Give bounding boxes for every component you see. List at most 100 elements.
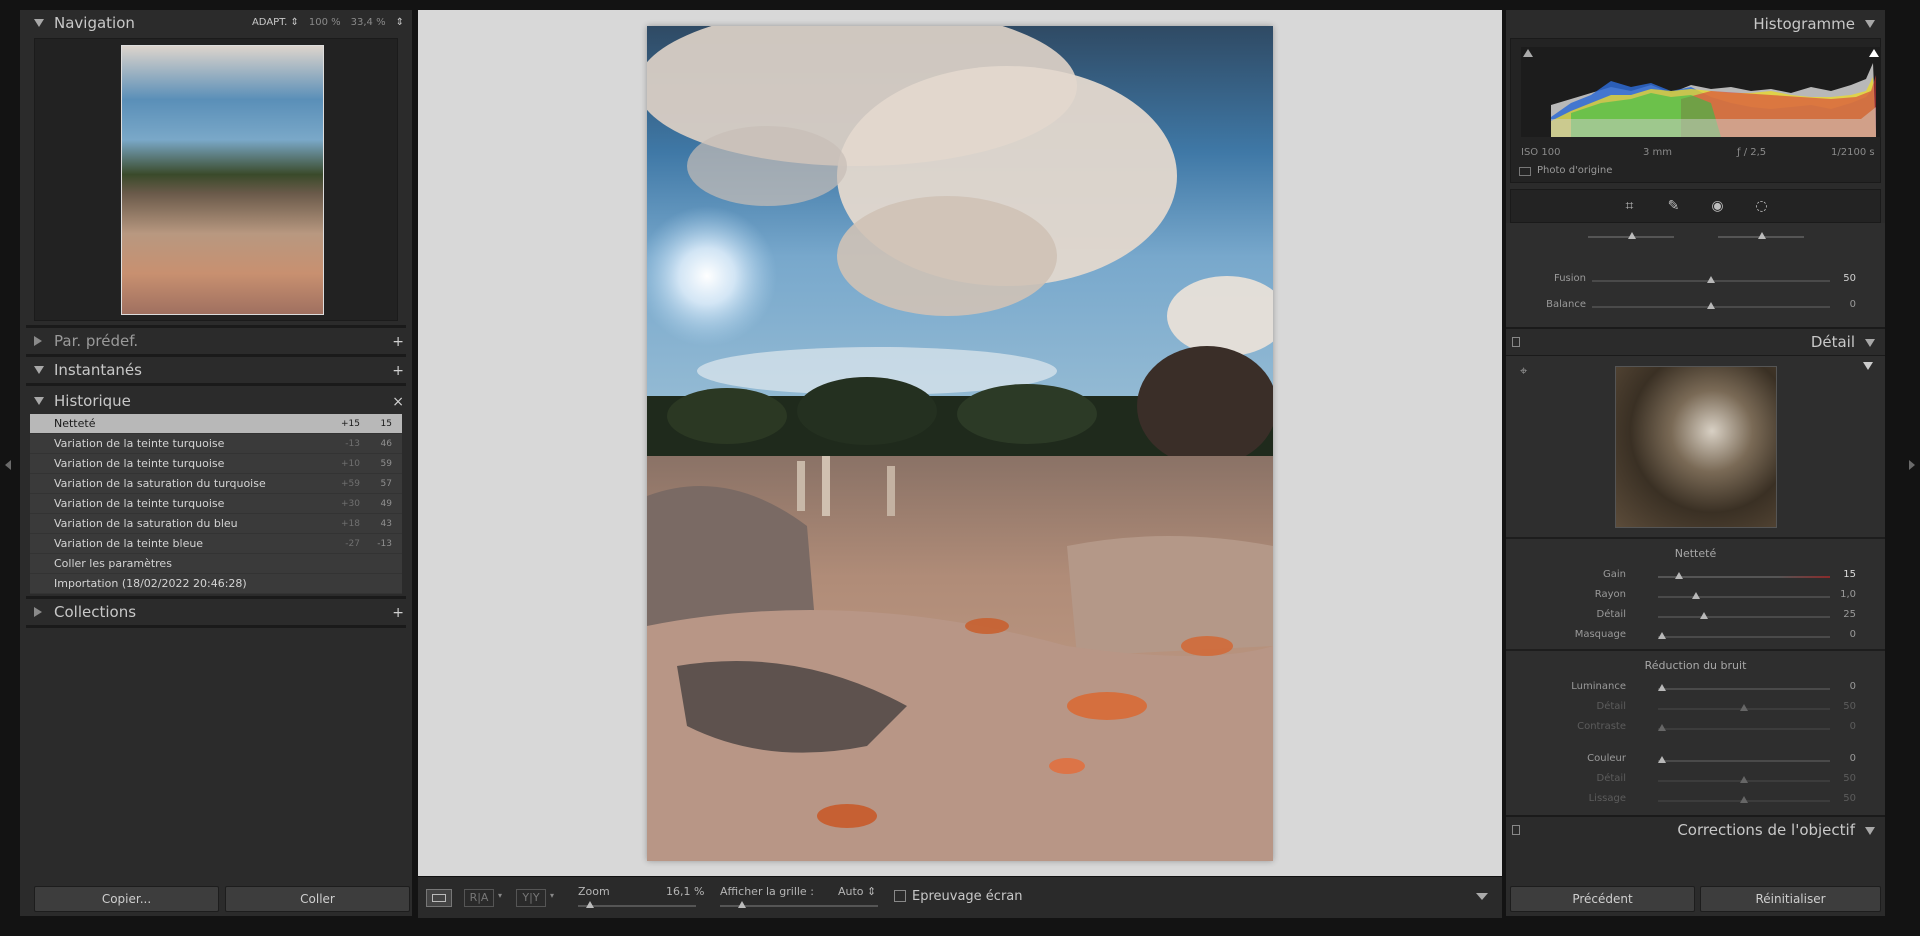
collections-title: Collections: [54, 603, 137, 621]
masking-icon[interactable]: ◌: [1753, 197, 1771, 215]
detail-zoom-preview[interactable]: [1615, 366, 1777, 528]
histogram-graph[interactable]: [1521, 47, 1881, 137]
sharpening-detail-row[interactable]: Détail 25: [1506, 609, 1866, 623]
sharpening-title: Netteté: [1674, 547, 1717, 560]
softproof-checkbox[interactable]: [894, 890, 906, 902]
history-title: Historique: [54, 392, 131, 410]
collapse-triangle-icon: [1865, 20, 1875, 28]
lens-toggle-switch[interactable]: [1512, 825, 1520, 835]
noise-luminance-row[interactable]: Luminance 0: [1506, 681, 1866, 695]
histogram-panel: ISO 100 3 mm ƒ / 2,5 1/2100 s Photo d'or…: [1510, 38, 1881, 183]
original-photo-label: Photo d'origine: [1537, 165, 1613, 176]
copy-settings-button[interactable]: Copier...: [34, 886, 219, 912]
collections-header[interactable]: Collections +: [20, 599, 412, 625]
clear-history-icon[interactable]: ×: [392, 394, 404, 410]
right-panel: Histogramme ISO 100 3 mm ƒ / 2,5 1/2100 …: [1506, 10, 1885, 916]
blending-slider-row[interactable]: Fusion 50: [1506, 273, 1866, 287]
grid-label: Afficher la grille :: [720, 885, 814, 898]
noise-color-row[interactable]: Couleur 0: [1506, 753, 1866, 767]
add-preset-icon[interactable]: +: [392, 334, 404, 350]
split-toning-area: Fusion 50 Balance 0: [1506, 223, 1885, 327]
image-canvas[interactable]: [418, 10, 1502, 876]
history-header[interactable]: Historique ×: [20, 388, 412, 414]
left-panel-toggle-icon[interactable]: [5, 460, 11, 470]
exif-iso: ISO 100: [1521, 147, 1561, 158]
shadow-clipping-icon[interactable]: [1523, 49, 1533, 57]
noise-reduction-section: Réduction du bruit Luminance 0 Détail 50…: [1506, 649, 1885, 815]
expand-triangle-icon: [34, 607, 42, 617]
collapse-triangle-icon: [34, 397, 44, 405]
snapshots-title: Instantanés: [54, 361, 142, 379]
detail-toggle-switch[interactable]: [1512, 337, 1520, 347]
highlight-clipping-icon[interactable]: [1869, 49, 1879, 57]
crop-icon[interactable]: ⌗: [1621, 197, 1639, 215]
before-after-tb-button[interactable]: Y|Y: [516, 889, 546, 907]
toolbar-menu-icon[interactable]: [1476, 893, 1488, 900]
paste-settings-button[interactable]: Coller: [225, 886, 410, 912]
balance-slider-row[interactable]: Balance 0: [1506, 299, 1866, 313]
history-list: Netteté +15 15 Variation de la teinte turq…: [30, 414, 402, 594]
zoom-fit-option[interactable]: ADAPT. ⇕: [252, 17, 299, 28]
history-item[interactable]: Variation de la teinte turquoise +10 59: [30, 454, 402, 474]
history-item[interactable]: Variation de la saturation du bleu +18 43: [30, 514, 402, 534]
sharpening-section: Netteté Gain 15 Rayon 1,0 Détail 25 Masq…: [1506, 537, 1885, 649]
add-collection-icon[interactable]: +: [392, 605, 404, 621]
zoom-menu-icon[interactable]: ⇕: [396, 17, 404, 28]
previous-button[interactable]: Précédent: [1510, 886, 1695, 912]
red-eye-icon[interactable]: ◉: [1709, 197, 1727, 215]
lens-corrections-header[interactable]: Corrections de l'objectif: [1506, 815, 1885, 843]
target-icon[interactable]: ⌖: [1520, 364, 1527, 379]
collapse-triangle-icon: [34, 366, 44, 374]
reset-button[interactable]: Réinitialiser: [1700, 886, 1881, 912]
main-photo[interactable]: [647, 26, 1273, 861]
before-after-menu-icon[interactable]: ▾: [498, 891, 502, 900]
grid-slider[interactable]: [720, 901, 878, 908]
collapse-triangle-icon: [34, 19, 44, 27]
histogram-header[interactable]: Histogramme: [1506, 10, 1885, 38]
sharpening-amount-row[interactable]: Gain 15: [1506, 569, 1866, 583]
history-item[interactable]: Importation (18/02/2022 20:46:28): [30, 574, 402, 594]
lightroom-develop-window: Navigation ADAPT. ⇕ 100 % 33,4 % ⇕ Par. …: [0, 0, 1920, 936]
snapshots-header[interactable]: Instantanés +: [20, 357, 412, 383]
noise-reduction-title: Réduction du bruit: [1644, 659, 1747, 672]
exif-aperture: ƒ / 2,5: [1737, 147, 1767, 158]
before-after-tb-menu-icon[interactable]: ▾: [550, 891, 554, 900]
noise-contrast-row[interactable]: Contraste 0: [1506, 721, 1866, 735]
histogram-title: Histogramme: [1753, 15, 1855, 33]
navigation-header[interactable]: Navigation ADAPT. ⇕ 100 % 33,4 % ⇕: [20, 10, 412, 36]
original-photo-checkbox[interactable]: [1519, 167, 1531, 176]
zoom-100-option[interactable]: 100 %: [309, 17, 341, 28]
highlight-hue-slider[interactable]: [1718, 232, 1804, 239]
add-snapshot-icon[interactable]: +: [392, 363, 404, 379]
bottom-toolbar: R|A ▾ Y|Y ▾ Zoom 16,1 % Afficher la gril…: [418, 876, 1502, 918]
before-after-lr-button[interactable]: R|A: [464, 889, 494, 907]
sharpening-radius-row[interactable]: Rayon 1,0: [1506, 589, 1866, 603]
detail-header[interactable]: Détail: [1506, 327, 1885, 355]
lens-corrections-title: Corrections de l'objectif: [1677, 821, 1855, 839]
grid-value-select[interactable]: Auto ⇕: [838, 885, 876, 898]
exif-shutter: 1/2100 s: [1831, 147, 1875, 158]
noise-luminance-detail-row[interactable]: Détail 50: [1506, 701, 1866, 715]
sharpening-masking-row[interactable]: Masquage 0: [1506, 629, 1866, 643]
noise-color-detail-row[interactable]: Détail 50: [1506, 773, 1866, 787]
presets-header[interactable]: Par. prédef. +: [20, 328, 412, 354]
history-item[interactable]: Variation de la teinte turquoise +30 49: [30, 494, 402, 514]
navigator-preview[interactable]: [34, 38, 398, 321]
history-item[interactable]: Netteté +15 15: [30, 414, 402, 434]
healing-brush-icon[interactable]: ✎: [1665, 197, 1683, 215]
zoom-value: 16,1 %: [666, 885, 705, 898]
navigator-thumbnail[interactable]: [121, 45, 324, 315]
shadow-hue-slider[interactable]: [1588, 232, 1674, 239]
history-item[interactable]: Variation de la teinte turquoise -13 46: [30, 434, 402, 454]
detail-preview-area: ⌖: [1506, 355, 1885, 537]
history-item[interactable]: Variation de la saturation du turquoise +…: [30, 474, 402, 494]
preview-toggle-icon[interactable]: [1863, 362, 1873, 370]
zoom-slider[interactable]: [578, 901, 696, 908]
noise-smoothness-row[interactable]: Lissage 50: [1506, 793, 1866, 807]
history-item[interactable]: Variation de la teinte bleue -27 -13: [30, 534, 402, 554]
loupe-view-icon[interactable]: [426, 889, 452, 907]
right-panel-toggle-icon[interactable]: [1909, 460, 1915, 470]
zoom-custom-option[interactable]: 33,4 %: [351, 17, 386, 28]
zoom-label: Zoom: [578, 885, 610, 898]
history-item[interactable]: Coller les paramètres: [30, 554, 402, 574]
